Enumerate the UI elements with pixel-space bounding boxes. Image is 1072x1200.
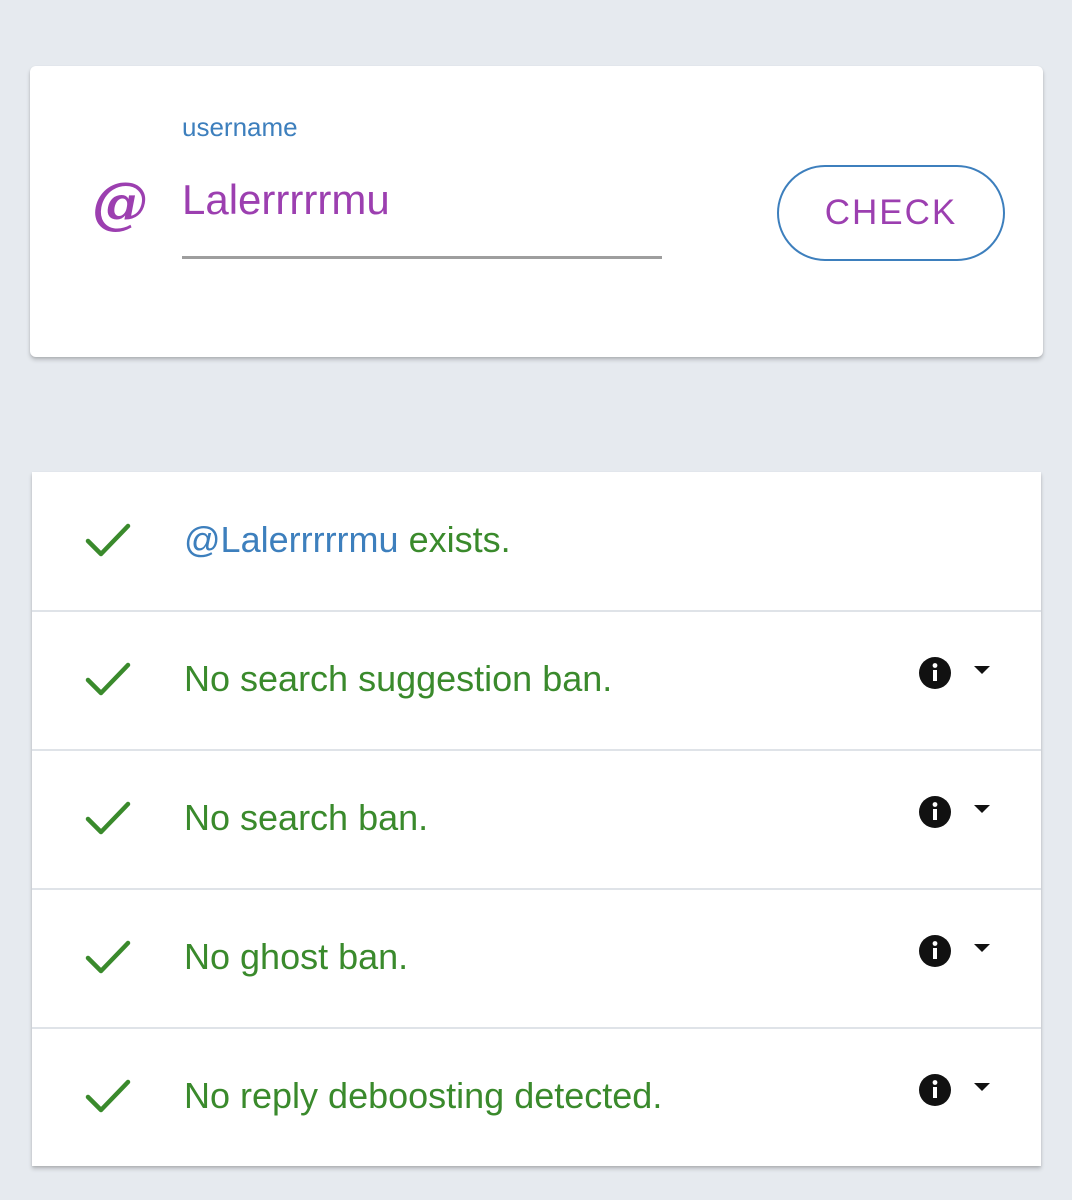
result-row-reply-deboosting: No reply deboosting detected.	[32, 1028, 1041, 1166]
result-text-search-ban: No search ban.	[184, 797, 429, 838]
checkmark-icon	[85, 662, 131, 696]
checkmark-icon	[85, 801, 131, 835]
result-row-search-suggestion-ban: No search suggestion ban.	[32, 611, 1041, 751]
expand-dropdown-icon[interactable]	[972, 802, 992, 816]
results-card: @Lalerrrrrmu exists. No search suggestio…	[32, 472, 1041, 1166]
expand-dropdown-icon[interactable]	[972, 1080, 992, 1094]
check-button[interactable]: CHECK	[777, 165, 1005, 261]
expand-dropdown-icon[interactable]	[972, 941, 992, 955]
result-row-ghost-ban: No ghost ban.	[32, 889, 1041, 1029]
checkmark-icon	[85, 523, 131, 557]
username-input-underline	[182, 256, 662, 259]
result-text-exists: @Lalerrrrrmu exists.	[184, 518, 511, 562]
result-text-search-suggestion-ban: No search suggestion ban.	[184, 658, 613, 699]
username-handle: @Lalerrrrrmu	[184, 519, 399, 560]
at-sign-icon: @	[92, 170, 148, 236]
result-text-reply-deboosting: No reply deboosting detected.	[184, 1075, 663, 1116]
info-icon[interactable]	[918, 1073, 952, 1107]
result-row-search-ban: No search ban.	[32, 750, 1041, 890]
checkmark-icon	[85, 1079, 131, 1113]
username-label: username	[182, 112, 298, 142]
username-input[interactable]	[182, 170, 662, 230]
username-search-card: @ username CHECK	[30, 66, 1043, 357]
expand-dropdown-icon[interactable]	[972, 663, 992, 677]
result-text-ghost-ban: No ghost ban.	[184, 936, 409, 977]
exists-suffix: exists.	[398, 519, 511, 560]
info-icon[interactable]	[918, 934, 952, 968]
info-icon[interactable]	[918, 795, 952, 829]
result-row-exists: @Lalerrrrrmu exists.	[32, 472, 1041, 612]
checkmark-icon	[85, 940, 131, 974]
info-icon[interactable]	[918, 656, 952, 690]
